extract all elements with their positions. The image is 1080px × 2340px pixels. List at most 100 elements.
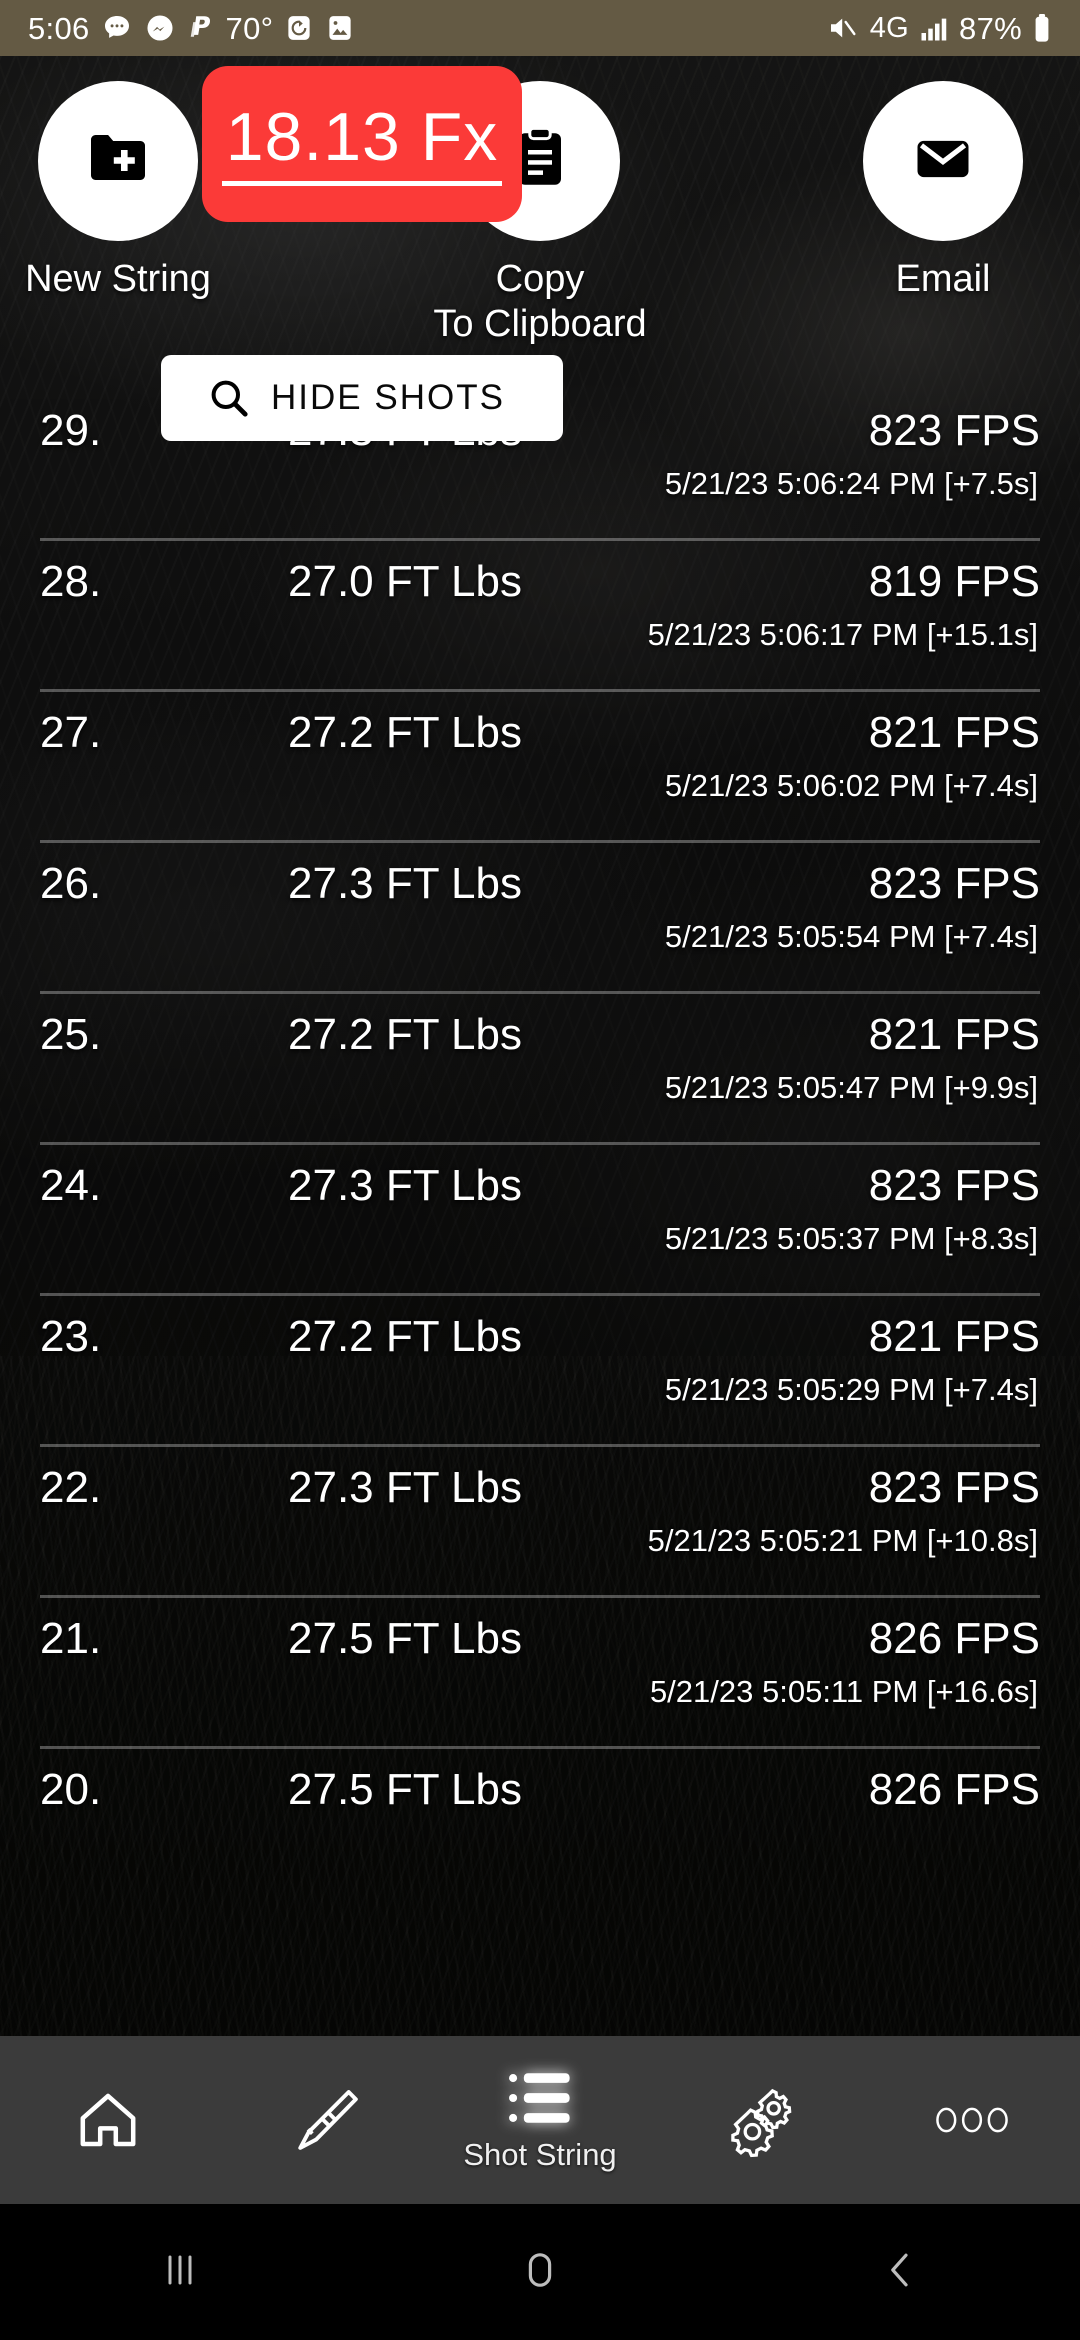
- shot-energy: 27.0 FT Lbs: [288, 557, 522, 606]
- shot-row[interactable]: 20. 27.5 FT Lbs 826 FPS: [0, 1749, 1080, 1900]
- shot-string-list[interactable]: 29.27.3 FT Lbs823 FPS5/21/23 5:06:24 PM …: [0, 390, 1080, 2036]
- nav-item-home[interactable]: [0, 2036, 216, 2204]
- messenger-icon: [144, 12, 176, 44]
- status-bar-left: 5:06 70°: [28, 12, 355, 44]
- shot-index: 27.: [40, 708, 102, 757]
- alarm-icon: [284, 12, 314, 44]
- shot-energy: 27.3 FT Lbs: [288, 1463, 522, 1512]
- recents-icon: [154, 2244, 206, 2301]
- shot-speed: 823 FPS: [868, 1463, 1040, 1512]
- shot-row-values: 22. 27.3 FT Lbs 823 FPS: [40, 1447, 1040, 1513]
- new-string-circle[interactable]: [38, 81, 198, 241]
- shot-timestamp: 5/21/23 5:06:24 PM [+7.5s]: [664, 466, 1038, 501]
- copy-label-line2: To Clipboard: [433, 302, 647, 345]
- hide-shots-label: HIDE SHOTS: [271, 378, 505, 417]
- shot-index: 21.: [40, 1614, 102, 1663]
- shot-speed: 821 FPS: [868, 708, 1040, 757]
- shot-timestamp: 5/21/23 5:05:54 PM [+7.4s]: [664, 919, 1038, 954]
- fx-value-badge[interactable]: 18.13 Fx: [202, 66, 522, 222]
- email-label: Email: [895, 258, 991, 300]
- network-4g-icon: 4G: [869, 11, 910, 44]
- nav-item-more[interactable]: [864, 2036, 1080, 2204]
- nav-item-settings[interactable]: [648, 2036, 864, 2204]
- shot-row-values: 21. 27.5 FT Lbs 826 FPS: [40, 1598, 1040, 1664]
- shot-timestamp: 5/21/23 5:05:11 PM [+16.6s]: [649, 1674, 1038, 1709]
- shot-speed: 821 FPS: [868, 1010, 1040, 1059]
- shot-row[interactable]: 23. 27.2 FT Lbs 821 FPS 5/21/23 5:05:29 PM …: [0, 1296, 1080, 1447]
- more-dots-icon: [933, 2102, 1011, 2138]
- copy-to-clipboard-label: Copy To Clipboard: [433, 257, 646, 347]
- shot-row[interactable]: 22. 27.3 FT Lbs 823 FPS 5/21/23 5:05:21 PM …: [0, 1447, 1080, 1598]
- shot-row[interactable]: 24. 27.3 FT Lbs 823 FPS 5/21/23 5:05:37 PM …: [0, 1145, 1080, 1296]
- shot-timestamp: 5/21/23 5:05:37 PM [+8.3s]: [664, 1221, 1038, 1256]
- shot-timestamp: 5/21/23 5:05:47 PM [+9.9s]: [664, 1070, 1038, 1105]
- shot-timestamp: 5/21/23 5:05:21 PM [+10.8s]: [647, 1523, 1038, 1558]
- search-icon: [205, 374, 253, 422]
- shot-row-values: 26. 27.3 FT Lbs 823 FPS: [40, 843, 1040, 909]
- shot-row-values: 27. 27.2 FT Lbs 821 FPS: [40, 692, 1040, 758]
- shot-row-values: 28. 27.0 FT Lbs 819 FPS: [40, 541, 1040, 607]
- top-action-row: New String Copy To Clipboard Email: [0, 56, 1080, 386]
- shot-index: 22.: [40, 1463, 102, 1512]
- envelope-icon: [909, 125, 977, 198]
- shot-row-values: 23. 27.2 FT Lbs 821 FPS: [40, 1296, 1040, 1362]
- shot-row-values: 24. 27.3 FT Lbs 823 FPS: [40, 1145, 1040, 1211]
- list-icon: [505, 2067, 575, 2129]
- shot-timestamp: 5/21/23 5:05:29 PM [+7.4s]: [664, 1372, 1038, 1407]
- home-circle-icon: [514, 2244, 566, 2301]
- shot-timestamp: 5/21/23 5:06:17 PM [+15.1s]: [647, 617, 1038, 652]
- shot-energy: 27.5 FT Lbs: [288, 1765, 522, 1814]
- shot-row[interactable]: 25. 27.2 FT Lbs 821 FPS 5/21/23 5:05:47 PM …: [0, 994, 1080, 1145]
- shot-speed: 819 FPS: [868, 557, 1040, 606]
- shot-row[interactable]: 28. 27.0 FT Lbs 819 FPS 5/21/23 5:06:17 PM …: [0, 541, 1080, 692]
- shot-timestamp: 5/21/23 5:06:02 PM [+7.4s]: [664, 768, 1038, 803]
- shot-index: 23.: [40, 1312, 102, 1361]
- paypal-icon: [187, 12, 215, 44]
- back-icon: [874, 2244, 926, 2301]
- shot-index: 26.: [40, 859, 102, 908]
- shot-energy: 27.5 FT Lbs: [288, 1614, 522, 1663]
- shot-row-values: 25. 27.2 FT Lbs 821 FPS: [40, 994, 1040, 1060]
- recents-button[interactable]: [0, 2244, 360, 2301]
- shot-speed: 823 FPS: [868, 1161, 1040, 1210]
- app-screen: 5:06 70° 4G 87% New String Copy To Clipb…: [0, 0, 1080, 2340]
- shot-row-values: 20. 27.5 FT Lbs 826 FPS: [40, 1749, 1040, 1815]
- shot-row[interactable]: 26. 27.3 FT Lbs 823 FPS 5/21/23 5:05:54 PM …: [0, 843, 1080, 994]
- shot-row[interactable]: 27. 27.2 FT Lbs 821 FPS 5/21/23 5:06:02 PM …: [0, 692, 1080, 843]
- messages-icon: [101, 12, 133, 44]
- fx-value-text: 18.13 Fx: [221, 103, 503, 186]
- shot-speed: 826 FPS: [868, 1765, 1040, 1814]
- status-temperature: 70°: [225, 10, 274, 46]
- rifle-icon: [285, 2081, 363, 2159]
- signal-bars-icon: [919, 13, 949, 43]
- status-bar: 5:06 70° 4G 87%: [0, 0, 1080, 56]
- shot-index: 20.: [40, 1765, 102, 1814]
- home-button[interactable]: [360, 2244, 720, 2301]
- battery-percent: 87%: [959, 10, 1022, 46]
- mute-icon: [826, 12, 860, 44]
- back-button[interactable]: [720, 2244, 1080, 2301]
- shot-energy: 27.3 FT Lbs: [288, 1161, 522, 1210]
- folder-plus-icon: [82, 123, 154, 200]
- nav-item-rifle[interactable]: [216, 2036, 432, 2204]
- nav-item-shot-string[interactable]: Shot String: [432, 2036, 648, 2204]
- shot-index: 24.: [40, 1161, 102, 1210]
- email-button[interactable]: Email: [808, 81, 1078, 302]
- bottom-navigation-bar: Shot String: [0, 2036, 1080, 2204]
- shot-index: 25.: [40, 1010, 102, 1059]
- shot-energy: 27.2 FT Lbs: [288, 1312, 522, 1361]
- shot-speed: 823 FPS: [868, 859, 1040, 908]
- shot-speed: 823 FPS: [868, 406, 1040, 455]
- shot-energy: 27.3 FT Lbs: [288, 859, 522, 908]
- shot-speed: 826 FPS: [868, 1614, 1040, 1663]
- hide-shots-button[interactable]: HIDE SHOTS: [161, 355, 563, 441]
- gears-icon: [717, 2081, 795, 2159]
- home-icon: [72, 2084, 144, 2156]
- shot-energy: 27.2 FT Lbs: [288, 1010, 522, 1059]
- android-system-nav: [0, 2204, 1080, 2340]
- photo-icon: [325, 12, 355, 44]
- shot-energy: 27.2 FT Lbs: [288, 708, 522, 757]
- status-time: 5:06: [28, 10, 90, 46]
- email-circle[interactable]: [863, 81, 1023, 241]
- shot-row[interactable]: 21. 27.5 FT Lbs 826 FPS 5/21/23 5:05:11 PM …: [0, 1598, 1080, 1749]
